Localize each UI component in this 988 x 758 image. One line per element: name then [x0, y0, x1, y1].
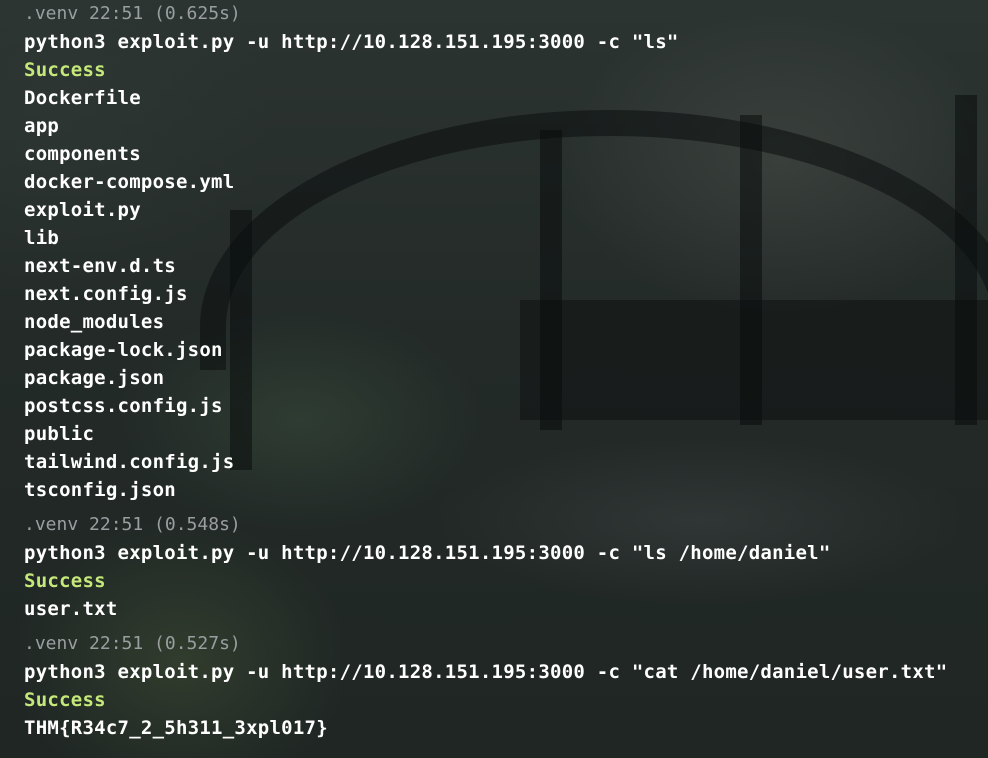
prompt-line: .venv 22:51 (0.548s): [24, 514, 241, 535]
output-line: postcss.config.js: [24, 395, 223, 417]
output-line: lib: [24, 227, 60, 249]
output-line: public: [24, 423, 95, 445]
status-success: Success: [24, 570, 106, 592]
terminal-output[interactable]: .venv 22:51 (0.625s) python3 exploit.py …: [24, 0, 984, 742]
output-line: tailwind.config.js: [24, 451, 235, 473]
command-block: .venv 22:51 (0.527s) python3 exploit.py …: [24, 630, 984, 742]
output-line: node_modules: [24, 311, 165, 333]
command-line: python3 exploit.py -u http://10.128.151.…: [24, 661, 948, 683]
output-line: components: [24, 143, 141, 165]
output-line: next.config.js: [24, 283, 188, 305]
output-line: tsconfig.json: [24, 479, 176, 501]
command-block: .venv 22:51 (0.625s) python3 exploit.py …: [24, 0, 984, 504]
output-line: user.txt: [24, 598, 118, 620]
status-success: Success: [24, 59, 106, 81]
command-block: .venv 22:51 (0.548s) python3 exploit.py …: [24, 511, 984, 623]
output-line: package.json: [24, 367, 165, 389]
status-success: Success: [24, 689, 106, 711]
output-line: docker-compose.yml: [24, 171, 235, 193]
prompt-line: .venv 22:51 (0.625s): [24, 3, 241, 24]
command-line: python3 exploit.py -u http://10.128.151.…: [24, 542, 831, 564]
output-line: package-lock.json: [24, 339, 223, 361]
command-line: python3 exploit.py -u http://10.128.151.…: [24, 31, 679, 53]
output-line: next-env.d.ts: [24, 255, 176, 277]
output-line: exploit.py: [24, 199, 141, 221]
output-line: app: [24, 115, 60, 137]
prompt-line: .venv 22:51 (0.527s): [24, 633, 241, 654]
output-line: THM{R34c7_2_5h311_3xpl017}: [24, 717, 328, 739]
output-line: Dockerfile: [24, 87, 141, 109]
